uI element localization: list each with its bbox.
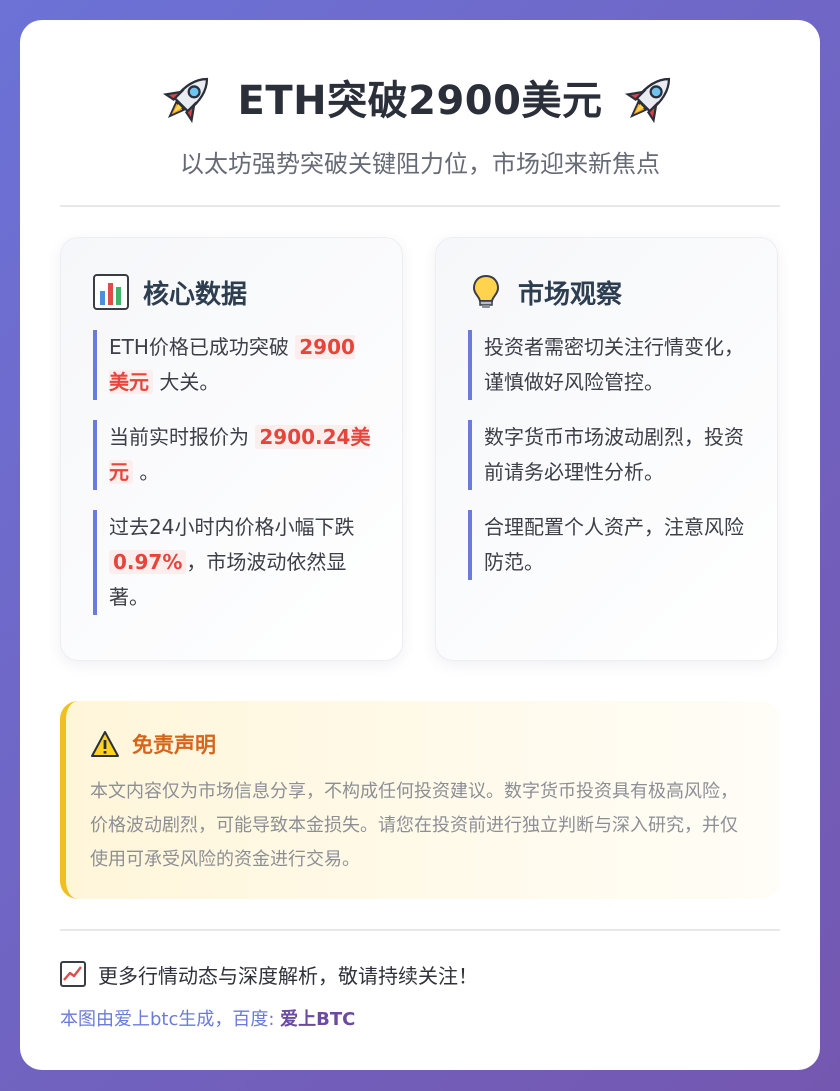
follow-row: 更多行情动态与深度解析，敬请持续关注！ — [60, 961, 780, 988]
market-panel: 市场观察 投资者需密切关注行情变化，谨慎做好风险管控。 数字货币市场波动剧烈，投… — [435, 237, 778, 661]
market-item: 数字货币市场波动剧烈，投资前请务必理性分析。 — [468, 420, 747, 490]
market-item: 合理配置个人资产，注意风险防范。 — [468, 510, 747, 580]
core-data-header: 核心数据 — [93, 272, 372, 312]
credit-link[interactable]: 爱上BTC — [280, 1009, 355, 1030]
market-header: 市场观察 — [468, 272, 747, 312]
disclaimer-header: 免责声明 — [90, 729, 752, 759]
follow-text: 更多行情动态与深度解析，敬请持续关注！ — [98, 963, 478, 988]
credit-text: 本图由爱上btc生成，百度: — [60, 1009, 281, 1030]
item-text: 大关。 — [153, 370, 220, 394]
core-data-panel: 核心数据 ETH价格已成功突破 2900美元 大关。 当前实时报价为 2900.… — [60, 237, 403, 661]
page-title: ETH突破2900美元 — [237, 78, 603, 124]
core-data-item: ETH价格已成功突破 2900美元 大关。 — [93, 330, 372, 400]
disclaimer-box: 免责声明 本文内容仅为市场信息分享，不构成任何投资建议。数字货币投资具有极高风险… — [60, 701, 780, 899]
warning-icon — [91, 731, 119, 757]
item-text: 过去24小时内价格小幅下跌 — [109, 515, 355, 539]
rocket-icon — [162, 77, 208, 124]
change-highlight: 0.97% — [109, 550, 187, 574]
info-columns: 核心数据 ETH价格已成功突破 2900美元 大关。 当前实时报价为 2900.… — [60, 237, 780, 661]
market-item: 投资者需密切关注行情变化，谨慎做好风险管控。 — [468, 330, 747, 400]
core-data-item: 当前实时报价为 2900.24美元 。 — [93, 420, 372, 490]
trend-up-icon — [60, 961, 86, 987]
item-text: 。 — [133, 460, 160, 484]
credit-line: 本图由爱上btc生成，百度: 爱上BTC — [60, 1005, 780, 1031]
title-row: ETH突破2900美元 — [60, 68, 780, 126]
disclaimer-text: 本文内容仅为市场信息分享，不构成任何投资建议。数字货币投资具有极高风险，价格波动… — [90, 781, 738, 870]
disclaimer-title: 免责声明 — [132, 733, 216, 757]
divider — [60, 205, 780, 207]
market-title: 市场观察 — [518, 279, 623, 310]
item-text: 当前实时报价为 — [109, 425, 256, 449]
item-text: ETH价格已成功突破 — [109, 335, 296, 359]
divider — [60, 929, 780, 931]
page-subtitle: 以太坊强势突破关键阻力位，市场迎来新焦点 — [180, 150, 660, 178]
lightbulb-icon — [472, 274, 500, 308]
rocket-icon — [625, 77, 671, 124]
article-card: ETH突破2900美元 以太坊强势突破关键阻力位，市场迎来新焦点 核心数据 ET… — [20, 20, 820, 1070]
core-data-title: 核心数据 — [143, 279, 248, 310]
core-data-item: 过去24小时内价格小幅下跌 0.97% ，市场波动依然显著。 — [93, 510, 372, 615]
bar-chart-icon — [93, 274, 129, 310]
